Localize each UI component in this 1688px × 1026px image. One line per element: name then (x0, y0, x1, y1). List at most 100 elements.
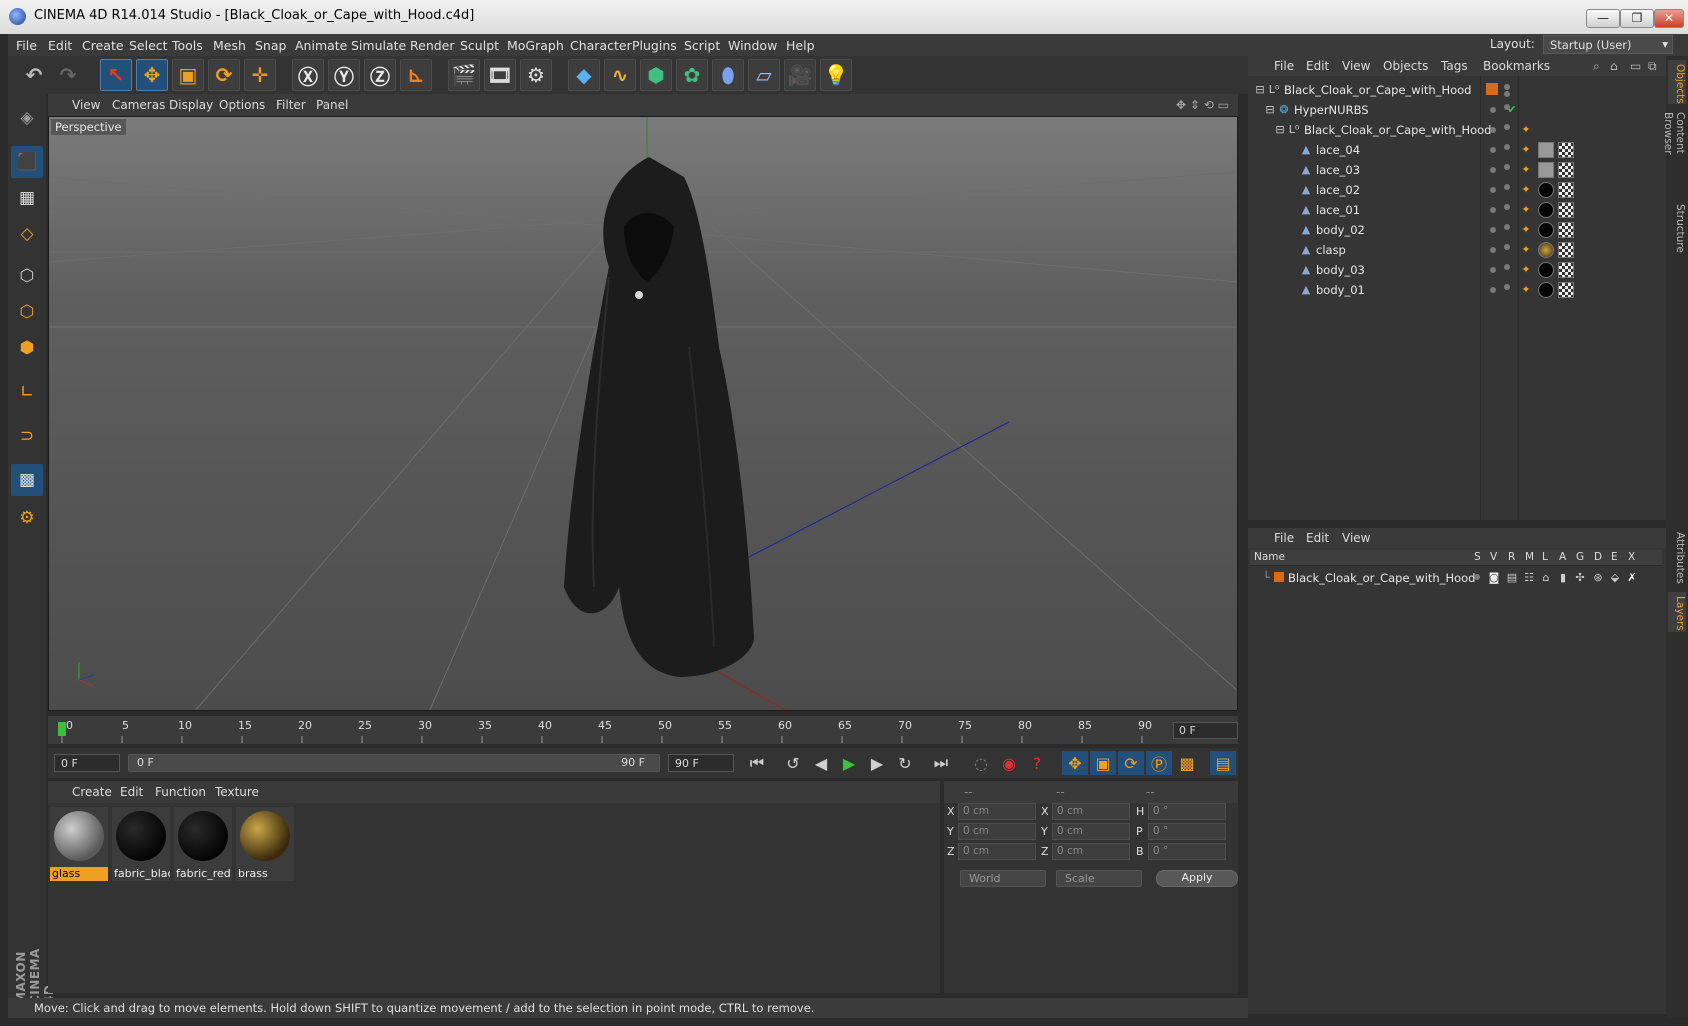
menu-mesh[interactable]: Mesh (213, 38, 246, 53)
solo-toggle-icon[interactable] (1474, 574, 1480, 580)
cube-object-icon[interactable]: ◆ (568, 59, 600, 91)
home-icon[interactable]: ⌂ (1610, 59, 1618, 73)
recent-tool-icon[interactable]: ✛ (244, 59, 276, 91)
expand-icon[interactable]: ⊟ (1264, 104, 1276, 116)
menu-select[interactable]: Select (129, 38, 168, 53)
film-icon[interactable]: ▤ (1506, 572, 1518, 584)
uvw-tag-icon[interactable] (1558, 262, 1574, 278)
uvw-tag-icon[interactable] (1558, 162, 1574, 178)
tab-layers[interactable]: Layers (1668, 592, 1686, 632)
object-menu-bookmarks[interactable]: Bookmarks (1483, 59, 1550, 73)
menu-sculpt[interactable]: Sculpt (460, 38, 499, 53)
object-row[interactable]: ⊟ ❂ HyperNURBS ✔ (1248, 100, 1666, 120)
floor-icon[interactable]: ▱ (748, 59, 780, 91)
rotate-tool-icon[interactable]: ⟳ (208, 59, 240, 91)
material-tag-icon[interactable] (1538, 282, 1554, 298)
column-header-deformers[interactable]: D (1594, 551, 1602, 563)
material-tag-icon[interactable] (1538, 262, 1554, 278)
column-header-name[interactable]: Name (1254, 551, 1285, 563)
search-icon[interactable]: ⌕ (1593, 59, 1600, 74)
xref-icon[interactable]: ✗ (1626, 572, 1638, 584)
menu-plugins[interactable]: Plugins (632, 38, 677, 53)
deformer-icon[interactable]: ⬮ (712, 59, 744, 91)
phong-tag-icon[interactable]: ✦ (1520, 124, 1532, 136)
render-visibility-icon[interactable] (1504, 264, 1510, 270)
column-header-solo[interactable]: S (1474, 551, 1481, 563)
column-header-generators[interactable]: G (1576, 551, 1584, 563)
uvw-tag-icon[interactable] (1558, 142, 1574, 158)
animation-icon[interactable]: ▮ (1557, 572, 1569, 584)
size-mode-dropdown[interactable]: Scale (1056, 870, 1142, 887)
uvw-tag-icon[interactable] (1558, 242, 1574, 258)
material-tag-icon[interactable] (1538, 242, 1554, 258)
position-y-field[interactable]: 0 cm (958, 823, 1036, 840)
phong-tag-icon[interactable]: ✦ (1520, 264, 1532, 276)
object-row[interactable]: ⊟ L⁰ Black_Cloak_or_Cape_with_Hood (1248, 80, 1666, 100)
uvw-tag-icon[interactable] (1558, 222, 1574, 238)
viewport-menu-panel[interactable]: Panel (316, 98, 348, 112)
rotation-h-field[interactable]: 0 ° (1148, 803, 1226, 820)
menu-animate[interactable]: Animate (295, 38, 347, 53)
editor-visibility-icon[interactable] (1490, 187, 1496, 193)
menu-script[interactable]: Script (684, 38, 720, 53)
layer-menu-edit[interactable]: Edit (1306, 531, 1329, 545)
goto-start-icon[interactable]: ⏮ (744, 751, 770, 775)
axis-mode-icon[interactable]: ∟ (11, 376, 43, 408)
editor-visibility-icon[interactable] (1490, 207, 1496, 213)
timeline-window-icon[interactable]: ▤ (1210, 751, 1236, 775)
size-z-field[interactable]: 0 cm (1052, 843, 1130, 860)
goto-end-icon[interactable]: ⏭ (928, 751, 954, 775)
eye-icon[interactable]: ◙ (1488, 572, 1500, 584)
material-menu-function[interactable]: Function (155, 785, 206, 799)
editor-visibility-icon[interactable] (1490, 227, 1496, 233)
menu-edit[interactable]: Edit (48, 38, 72, 53)
viewport-menu-options[interactable]: Options (219, 98, 265, 112)
render-visibility-icon[interactable] (1504, 184, 1510, 190)
render-settings-icon[interactable]: ⚙ (520, 59, 552, 91)
material-tag-icon[interactable] (1538, 162, 1554, 178)
menu-render[interactable]: Render (410, 38, 455, 53)
expand-icon[interactable]: ⊟ (1274, 124, 1286, 136)
viewport-navigation-icons[interactable]: ✥ ⇕ ⟲ ▭ (1176, 98, 1229, 112)
menu-character[interactable]: Character (570, 38, 632, 53)
uvw-tag-icon[interactable] (1558, 202, 1574, 218)
layer-color-icon[interactable] (1274, 572, 1284, 582)
record-keys-icon[interactable]: ◌ (968, 751, 994, 775)
object-row[interactable]: ▲ lace_03 ✦ (1248, 160, 1666, 180)
column-header-view[interactable]: V (1490, 551, 1497, 563)
render-visibility-icon[interactable] (1504, 91, 1510, 97)
render-visibility-icon[interactable] (1504, 204, 1510, 210)
object-row[interactable]: ▲ lace_04 ✦ (1248, 140, 1666, 160)
layout-dropdown[interactable]: Startup (User) ▾ (1543, 35, 1673, 54)
tab-content-browser[interactable]: Content Browser (1662, 108, 1686, 194)
y-axis-lock-icon[interactable]: Ⓨ (328, 59, 360, 91)
render-visibility-icon[interactable] (1504, 124, 1510, 130)
uvw-tag-icon[interactable] (1558, 182, 1574, 198)
object-menu-edit[interactable]: Edit (1306, 59, 1329, 73)
3d-viewport[interactable]: Perspective (48, 116, 1238, 711)
editor-visibility-icon[interactable] (1504, 84, 1510, 90)
material-menu-texture[interactable]: Texture (215, 785, 259, 799)
lock-icon[interactable]: ⌂ (1540, 572, 1552, 584)
minimize-button[interactable]: — (1586, 9, 1620, 28)
editor-visibility-icon[interactable] (1490, 267, 1496, 273)
move-tool-icon[interactable]: ✥ (136, 59, 168, 91)
goto-next-key-icon[interactable]: ↻ (892, 751, 918, 775)
material-tag-icon[interactable] (1538, 222, 1554, 238)
manager-icon[interactable]: ☷ (1523, 572, 1535, 584)
material-swatch[interactable]: fabric_red (174, 807, 232, 881)
expand-icon[interactable]: ⊟ (1254, 84, 1266, 96)
render-visibility-icon[interactable] (1504, 164, 1510, 170)
editor-visibility-icon[interactable] (1490, 107, 1496, 113)
phong-tag-icon[interactable]: ✦ (1520, 284, 1532, 296)
column-header-manager[interactable]: M (1525, 551, 1534, 563)
position-z-field[interactable]: 0 cm (958, 843, 1036, 860)
object-menu-objects[interactable]: Objects (1383, 59, 1428, 73)
editor-visibility-icon[interactable] (1490, 287, 1496, 293)
points-mode-icon[interactable]: ⬡ (11, 260, 43, 292)
tweak-mode-icon[interactable]: ⊃ (11, 420, 43, 452)
editor-visibility-icon[interactable] (1490, 127, 1496, 133)
menu-create[interactable]: Create (82, 38, 124, 53)
object-row[interactable]: ▲ body_03 ✦ (1248, 260, 1666, 280)
apply-button[interactable]: Apply (1156, 870, 1238, 887)
